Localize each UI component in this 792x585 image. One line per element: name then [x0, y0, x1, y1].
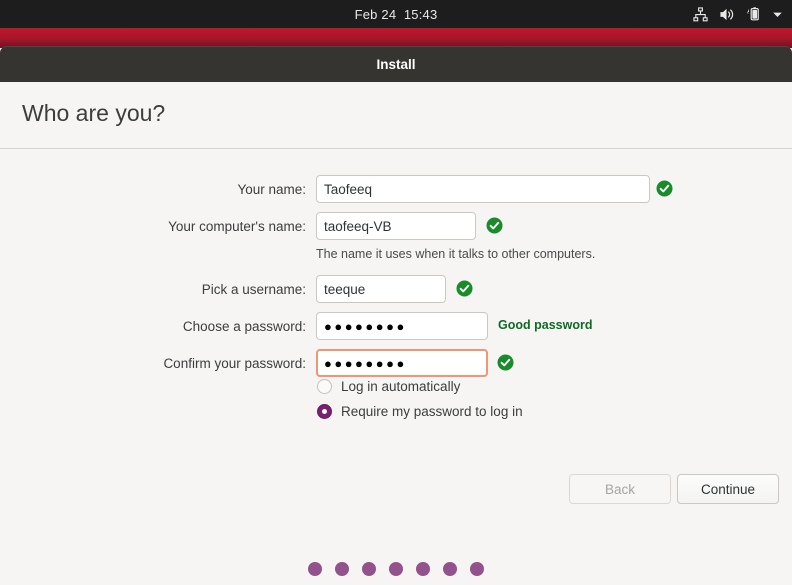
progress-dot[interactable]	[389, 562, 403, 576]
installer-screen: Feb 24 15:43 Install Who are you? Your n…	[0, 0, 792, 585]
computer-name-label: Your computer's name:	[168, 218, 306, 234]
your-name-valid-icon	[656, 180, 673, 197]
network-icon[interactable]	[693, 6, 708, 22]
progress-dot[interactable]	[443, 562, 457, 576]
username-label: Pick a username:	[201, 281, 306, 297]
progress-dot[interactable]	[416, 562, 430, 576]
your-name-row: Your name:	[6, 175, 306, 203]
progress-dot[interactable]	[308, 562, 322, 576]
topbar-indicators	[693, 0, 784, 28]
progress-dots	[0, 562, 792, 576]
volume-icon[interactable]	[719, 7, 735, 22]
require-password-label: Require my password to log in	[341, 404, 523, 419]
confirm-password-input[interactable]	[316, 349, 488, 377]
auto-login-label: Log in automatically	[341, 379, 461, 394]
require-password-radio[interactable]	[317, 404, 332, 419]
progress-dot[interactable]	[335, 562, 349, 576]
continue-button[interactable]: Continue	[677, 474, 779, 504]
username-input[interactable]	[316, 275, 446, 303]
computer-name-valid-icon	[486, 217, 503, 234]
computer-name-row: Your computer's name:	[6, 212, 306, 240]
window-titlebar[interactable]: Install	[0, 46, 792, 82]
back-button-label: Back	[604, 481, 635, 497]
topbar-clock[interactable]: Feb 24 15:43	[355, 7, 438, 22]
progress-dot[interactable]	[362, 562, 376, 576]
confirm-password-row: Confirm your password:	[6, 349, 306, 377]
require-password-option[interactable]: Require my password to log in	[317, 404, 523, 419]
computer-name-hint: The name it uses when it talks to other …	[316, 247, 596, 261]
your-name-label: Your name:	[237, 181, 306, 197]
progress-dot[interactable]	[470, 562, 484, 576]
password-strength-label: Good password	[498, 318, 593, 332]
back-button[interactable]: Back	[569, 474, 671, 504]
auto-login-option[interactable]: Log in automatically	[317, 379, 460, 394]
password-input[interactable]	[316, 312, 488, 340]
page-title: Who are you?	[22, 100, 166, 126]
installer-page: Who are you? Your name: Your computer's …	[0, 82, 792, 585]
chevron-down-icon[interactable]	[771, 8, 784, 21]
username-valid-icon	[456, 280, 473, 297]
computer-name-input[interactable]	[316, 212, 476, 240]
window-title: Install	[376, 57, 416, 72]
username-row: Pick a username:	[6, 275, 306, 303]
continue-button-label: Continue	[700, 481, 756, 497]
window-backdrop-strip	[0, 28, 792, 48]
your-name-input[interactable]	[316, 175, 650, 203]
confirm-password-label: Confirm your password:	[163, 355, 306, 371]
battery-charging-icon[interactable]	[746, 6, 760, 22]
password-row: Choose a password:	[6, 312, 306, 340]
confirm-password-valid-icon	[497, 354, 514, 371]
password-label: Choose a password:	[182, 318, 306, 334]
auto-login-radio[interactable]	[317, 379, 332, 394]
header-divider	[0, 148, 792, 149]
system-topbar: Feb 24 15:43	[0, 0, 792, 28]
